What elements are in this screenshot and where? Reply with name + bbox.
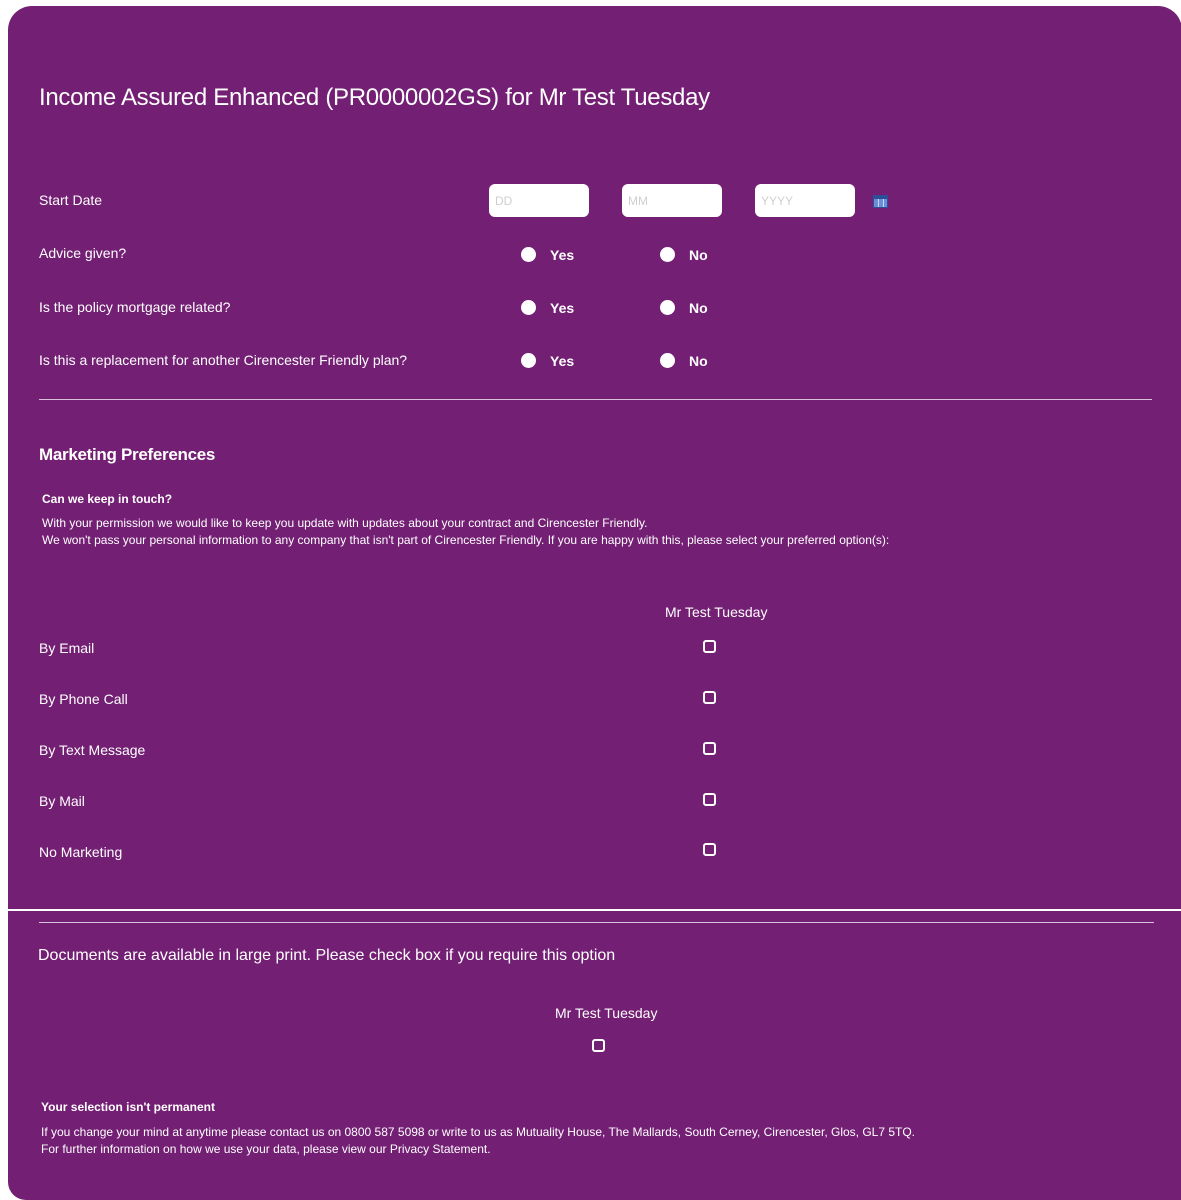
- advice-given-yes-radio[interactable]: [521, 247, 536, 262]
- replacement-plan-label: Is this a replacement for another Cirenc…: [39, 352, 408, 368]
- large-print-text: Documents are available in large print. …: [38, 947, 616, 964]
- mortgage-related-yes-label[interactable]: Yes: [550, 300, 574, 316]
- keep-in-touch-heading: Can we keep in touch?: [42, 492, 173, 506]
- selection-not-permanent-heading: Your selection isn't permanent: [41, 1100, 215, 1114]
- by-text-label: By Text Message: [39, 742, 146, 758]
- by-text-checkbox[interactable]: [703, 742, 716, 755]
- by-phone-checkbox[interactable]: [703, 691, 716, 704]
- advice-given-yes-label[interactable]: Yes: [550, 247, 574, 263]
- advice-given-label: Advice given?: [39, 245, 127, 261]
- replacement-plan-yes-radio[interactable]: [521, 353, 536, 368]
- mortgage-related-no-radio[interactable]: [660, 300, 675, 315]
- mortgage-related-yes-radio[interactable]: [521, 300, 536, 315]
- large-print-panel: Documents are available in large print. …: [8, 911, 1181, 1200]
- large-print-checkbox[interactable]: [592, 1039, 605, 1052]
- by-email-checkbox[interactable]: [703, 640, 716, 653]
- marketing-intro-line1: With your permission we would like to ke…: [42, 516, 648, 530]
- by-mail-label: By Mail: [39, 793, 85, 809]
- start-date-day-input[interactable]: [489, 184, 589, 217]
- privacy-statement-text: For further information on how we use yo…: [41, 1142, 491, 1156]
- by-mail-checkbox[interactable]: [703, 793, 716, 806]
- large-print-column-header: Mr Test Tuesday: [555, 1005, 658, 1021]
- calendar-icon[interactable]: [873, 195, 888, 208]
- advice-given-no-label[interactable]: No: [689, 247, 708, 263]
- marketing-heading: Marketing Preferences: [39, 445, 216, 464]
- start-date-label: Start Date: [39, 192, 103, 208]
- mortgage-related-label: Is the policy mortgage related?: [39, 299, 231, 315]
- start-date-month-input[interactable]: [622, 184, 722, 217]
- replacement-plan-no-radio[interactable]: [660, 353, 675, 368]
- no-marketing-checkbox[interactable]: [703, 843, 716, 856]
- mortgage-related-no-label[interactable]: No: [689, 300, 708, 316]
- contact-info-text: If you change your mind at anytime pleas…: [41, 1125, 916, 1139]
- replacement-plan-yes-label[interactable]: Yes: [550, 353, 574, 369]
- marketing-intro-line2: We won't pass your personal information …: [42, 533, 890, 547]
- page-title: Income Assured Enhanced (PR0000002GS) fo…: [39, 84, 710, 111]
- start-date-year-input[interactable]: [755, 184, 855, 217]
- section-divider: [39, 399, 1152, 400]
- replacement-plan-no-label[interactable]: No: [689, 353, 708, 369]
- policy-form-panel: Income Assured Enhanced (PR0000002GS) fo…: [8, 6, 1181, 909]
- advice-given-no-radio[interactable]: [660, 247, 675, 262]
- by-phone-label: By Phone Call: [39, 691, 128, 707]
- large-print-divider: [39, 922, 1154, 923]
- no-marketing-label: No Marketing: [39, 844, 123, 860]
- marketing-column-header: Mr Test Tuesday: [665, 604, 768, 620]
- by-email-label: By Email: [39, 640, 95, 656]
